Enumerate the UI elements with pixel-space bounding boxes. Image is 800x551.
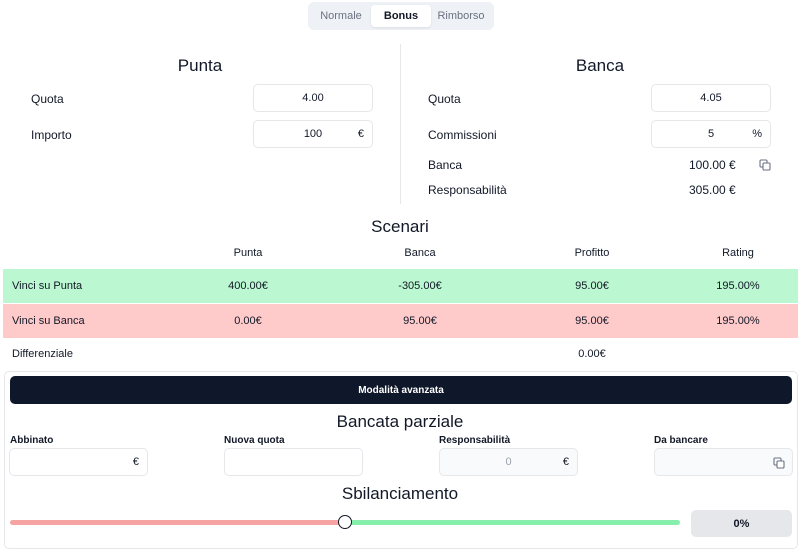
differenziale-value: 0.00€	[578, 348, 606, 360]
row-rating: 195.00%	[716, 315, 760, 327]
nuova-quota-label: Nuova quota	[224, 435, 285, 446]
sbilanciamento-value: 0%	[691, 510, 792, 537]
copy-icon[interactable]	[759, 159, 771, 171]
responsabilita-value: 305.00 €	[689, 183, 736, 197]
header-banca: Banca	[404, 247, 436, 259]
adv-responsabilita-value: 0	[505, 456, 512, 468]
differenziale-label: Differenziale	[12, 348, 73, 360]
row-label: Vinci su Punta	[12, 280, 83, 292]
banca-quota-label: Quota	[428, 92, 461, 106]
euro-suffix: €	[132, 456, 139, 468]
da-bancare-label: Da bancare	[654, 435, 708, 446]
header-punta: Punta	[233, 247, 263, 259]
nuova-quota-input[interactable]	[224, 448, 363, 476]
section-divider	[400, 44, 401, 204]
punta-quota-input[interactable]: 4.00	[253, 84, 373, 112]
sbilanciamento-title: Sbilanciamento	[341, 484, 459, 503]
slider-track-left[interactable]	[10, 520, 345, 525]
punta-title: Punta	[177, 56, 223, 75]
banca-quota-input[interactable]: 4.05	[651, 84, 771, 112]
differenziale-row: Differenziale 0.00€	[3, 337, 798, 371]
responsabilita-label: Responsabilità	[428, 183, 507, 197]
table-row: Vinci su Punta 400.00€ -305.00€ 95.00€ 1…	[3, 269, 798, 303]
scenari-title: Scenari	[371, 217, 429, 236]
abbinato-label: Abbinato	[10, 435, 54, 446]
euro-suffix: €	[562, 456, 569, 468]
row-profitto: 95.00€	[575, 315, 609, 327]
copy-icon[interactable]	[773, 457, 785, 469]
advanced-mode-button[interactable]: Modalità avanzata	[10, 376, 792, 404]
euro-suffix: €	[357, 128, 364, 140]
banca-title: Banca	[575, 56, 625, 75]
banca-amount-label: Banca	[428, 158, 463, 172]
row-punta: 0.00€	[234, 315, 262, 327]
row-rating: 195.00%	[716, 280, 760, 292]
punta-importo-value: 100	[303, 128, 323, 140]
row-banca: -305.00€	[398, 280, 442, 292]
commissioni-label: Commissioni	[428, 128, 497, 142]
commissioni-input[interactable]: 5 %	[651, 120, 771, 148]
mode-tabs: Normale Bonus Rimborso	[308, 2, 494, 30]
tab-normale[interactable]: Normale	[311, 5, 371, 27]
bancata-parziale-title: Bancata parziale	[336, 412, 464, 431]
header-rating: Rating	[722, 247, 754, 259]
da-bancare-input	[654, 448, 793, 476]
row-profitto: 95.00€	[575, 280, 609, 292]
banca-amount-value: 100.00 €	[689, 158, 736, 172]
tab-rimborso[interactable]: Rimborso	[431, 5, 491, 27]
row-banca: 95.00€	[403, 315, 437, 327]
percent-suffix: %	[752, 128, 762, 140]
punta-quota-label: Quota	[31, 92, 64, 106]
header-profitto: Profitto	[574, 247, 610, 259]
row-punta: 400.00€	[228, 280, 268, 292]
table-row: Vinci su Banca 0.00€ 95.00€ 95.00€ 195.0…	[3, 304, 798, 338]
commissioni-value: 5	[707, 128, 715, 140]
punta-importo-input[interactable]: 100 €	[253, 120, 373, 148]
tab-bonus[interactable]: Bonus	[371, 5, 431, 27]
abbinato-input[interactable]: €	[9, 448, 148, 476]
row-label: Vinci su Banca	[12, 315, 85, 327]
punta-quota-value: 4.00	[302, 92, 324, 104]
banca-quota-value: 4.05	[700, 92, 722, 104]
scenari-header: Punta Banca Profitto Rating	[0, 242, 800, 266]
slider-thumb[interactable]	[338, 515, 352, 529]
adv-responsabilita-label: Responsabilità	[439, 435, 511, 446]
adv-responsabilita-input: 0 €	[439, 448, 578, 476]
punta-importo-label: Importo	[31, 128, 72, 142]
slider-track-right[interactable]	[345, 520, 680, 525]
